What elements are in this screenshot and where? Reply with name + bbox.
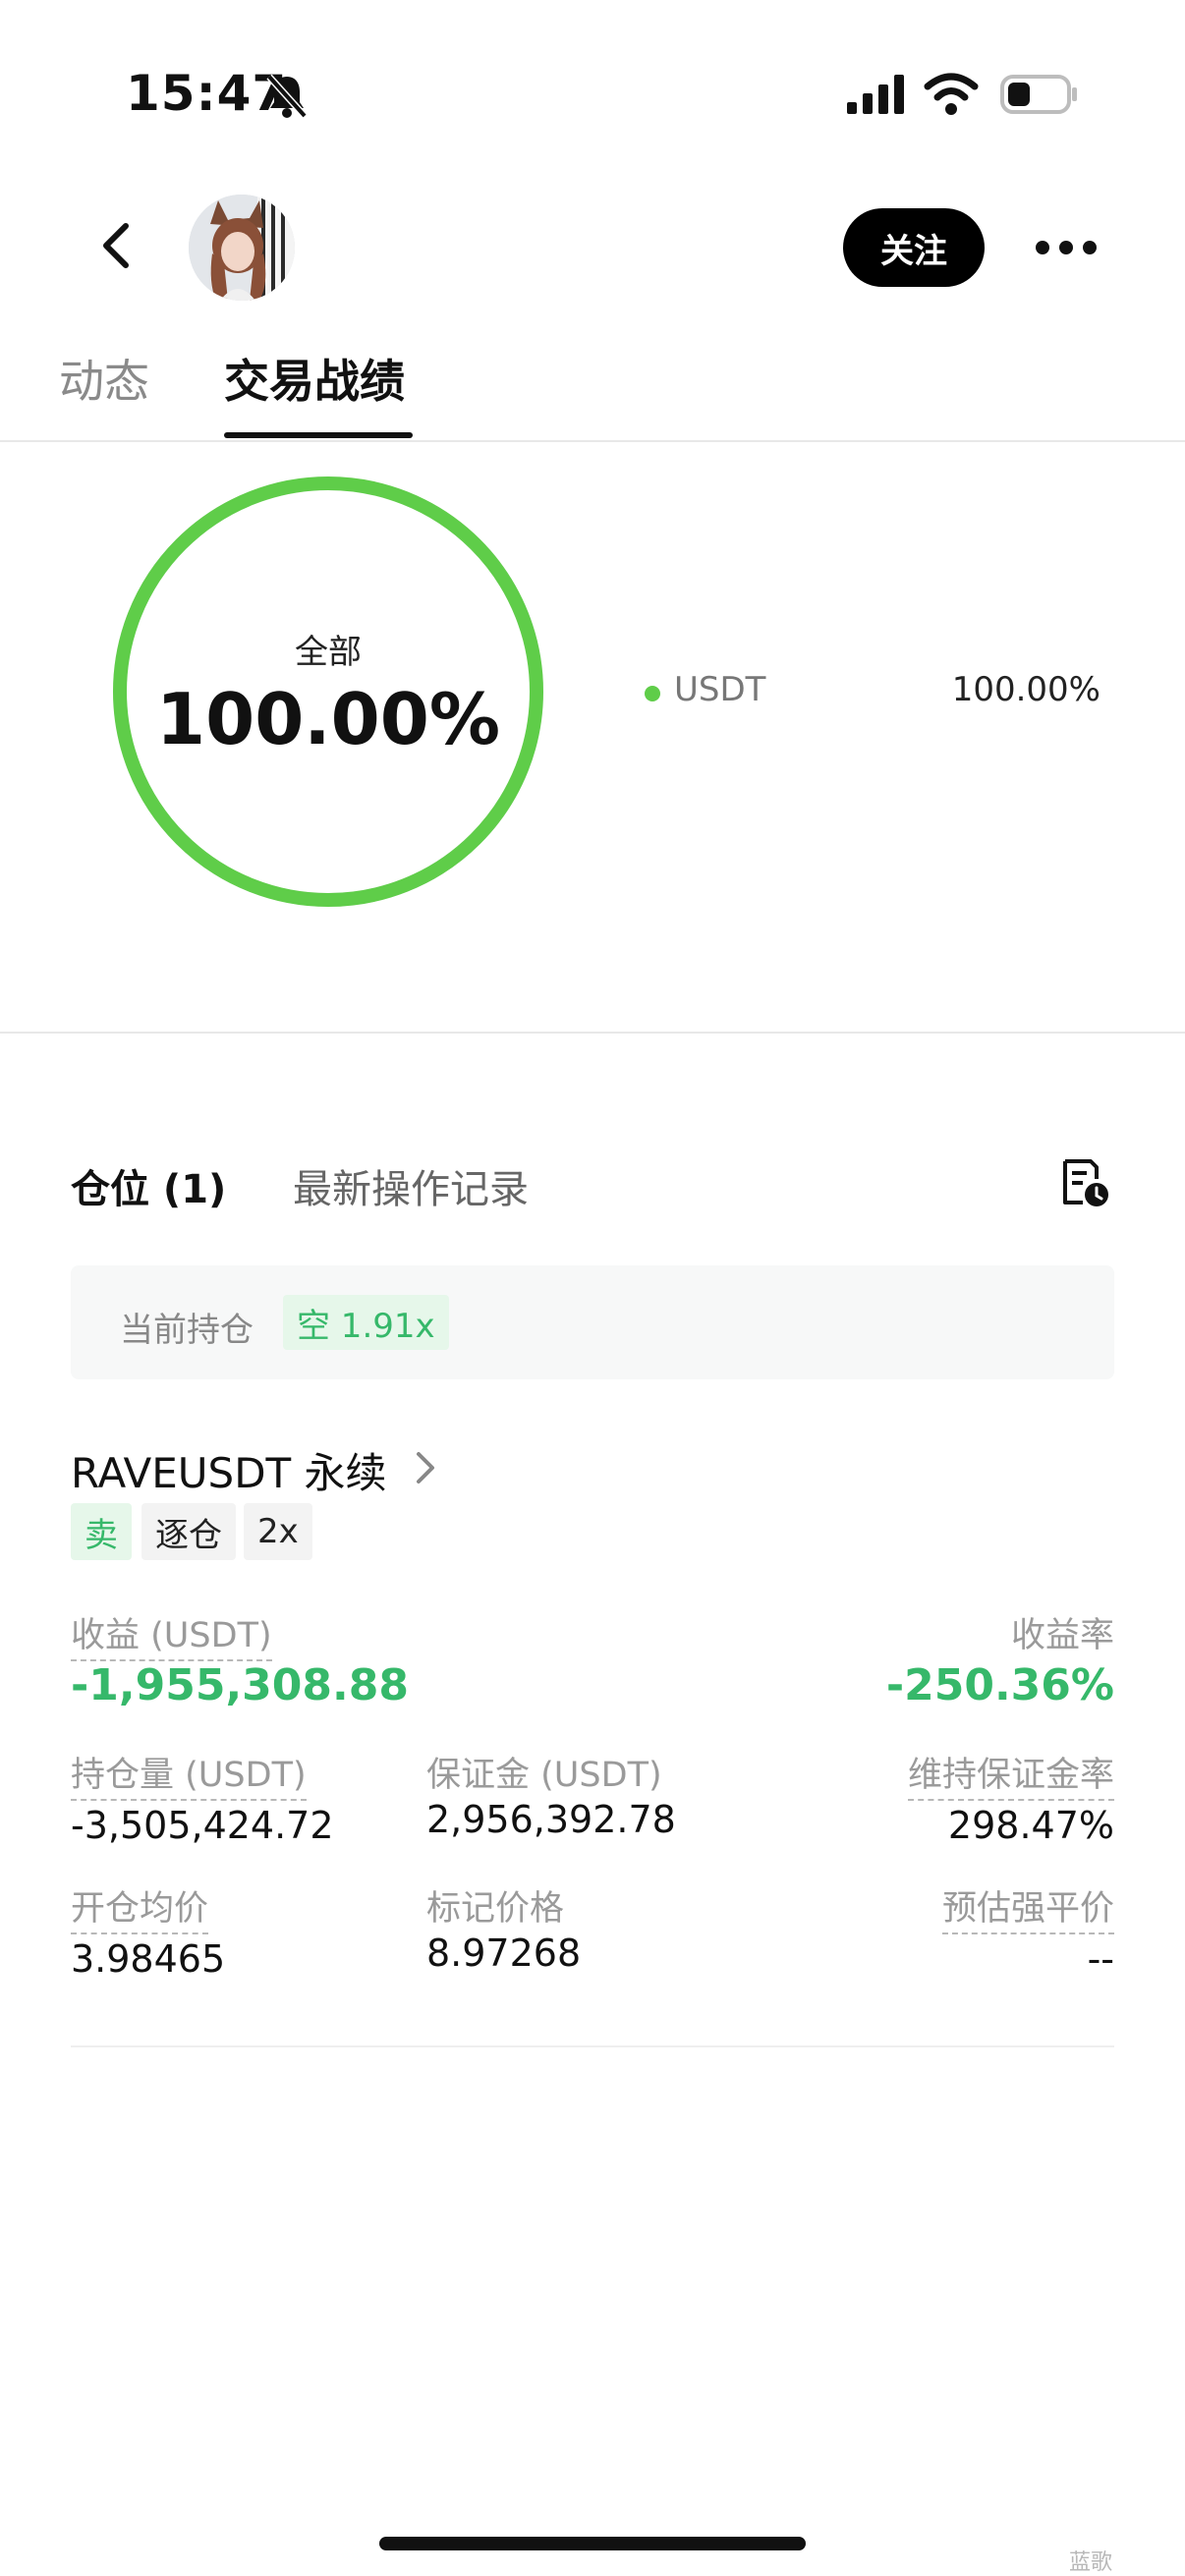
chevron-right-icon[interactable] — [413, 1448, 438, 1487]
maintenance-margin-rate-value: 298.47% — [947, 1804, 1114, 1847]
position-size-value: -3,505,424.72 — [71, 1804, 334, 1847]
tabs-divider — [0, 440, 1185, 442]
position-size-label[interactable]: 持仓量 (USDT) — [71, 1747, 307, 1801]
roi-value: -250.36% — [885, 1660, 1114, 1710]
tab-dynamic[interactable]: 动态 — [59, 346, 149, 411]
maintenance-margin-rate-label[interactable]: 维持保证金率 — [907, 1747, 1114, 1801]
mark-price-label: 标记价格 — [426, 1889, 565, 1929]
ring-value: 100.00% — [156, 678, 500, 760]
history-record-icon[interactable] — [1059, 1157, 1110, 1208]
user-avatar[interactable] — [189, 195, 295, 301]
tab-latest-operations[interactable]: 最新操作记录 — [293, 1157, 529, 1214]
status-bar: 15:47 — [0, 0, 1185, 187]
liquidation-price-label[interactable]: 预估强平价 — [941, 1880, 1114, 1934]
liquidation-price-value: -- — [1087, 1937, 1114, 1981]
pnl-label[interactable]: 收益 (USDT) — [71, 1607, 272, 1661]
battery-icon — [1000, 75, 1077, 114]
legend-value-usdt: 100.00% — [951, 670, 1100, 709]
contract-title[interactable]: RAVEUSDT 永续 — [71, 1440, 387, 1500]
margin-label: 保证金 (USDT) — [426, 1756, 662, 1795]
current-holding-label: 当前持仓 — [120, 1311, 254, 1350]
tab-positions[interactable]: 仓位 (1) — [71, 1157, 226, 1214]
leverage-tag: 2x — [244, 1503, 312, 1560]
ring-label: 全部 — [295, 633, 362, 672]
watermark: 蓝歌 — [1069, 2550, 1113, 2575]
current-holding-box: 当前持仓 空 1.91x — [71, 1265, 1114, 1379]
home-indicator — [379, 2537, 806, 2550]
margin-mode-tag: 逐仓 — [141, 1503, 236, 1560]
more-options-icon[interactable] — [1034, 236, 1099, 259]
entry-price-value: 3.98465 — [71, 1937, 226, 1981]
legend-name-usdt: USDT — [674, 670, 766, 709]
entry-price-label[interactable]: 开仓均价 — [71, 1880, 209, 1934]
side-tag: 卖 — [71, 1503, 132, 1560]
roi-label: 收益率 — [1010, 1616, 1114, 1655]
tab-trading-record[interactable]: 交易战绩 — [224, 346, 405, 411]
short-leverage-badge: 空 1.91x — [283, 1295, 449, 1350]
margin-value: 2,956,392.78 — [426, 1798, 676, 1841]
mark-price-value: 8.97268 — [426, 1932, 582, 1975]
bottom-divider — [71, 2045, 1114, 2047]
follow-button[interactable]: 关注 — [843, 208, 985, 287]
active-tab-indicator — [224, 432, 413, 438]
avatar-portrait-icon — [189, 195, 295, 301]
section-divider — [0, 1032, 1185, 1034]
status-time: 15:47 — [126, 65, 288, 122]
cellular-signal-icon — [847, 75, 904, 114]
wifi-icon — [924, 73, 979, 115]
back-arrow-icon[interactable] — [94, 218, 138, 273]
legend-dot-usdt — [645, 686, 660, 701]
bell-muted-icon — [266, 74, 308, 119]
pnl-value: -1,955,308.88 — [71, 1660, 409, 1710]
